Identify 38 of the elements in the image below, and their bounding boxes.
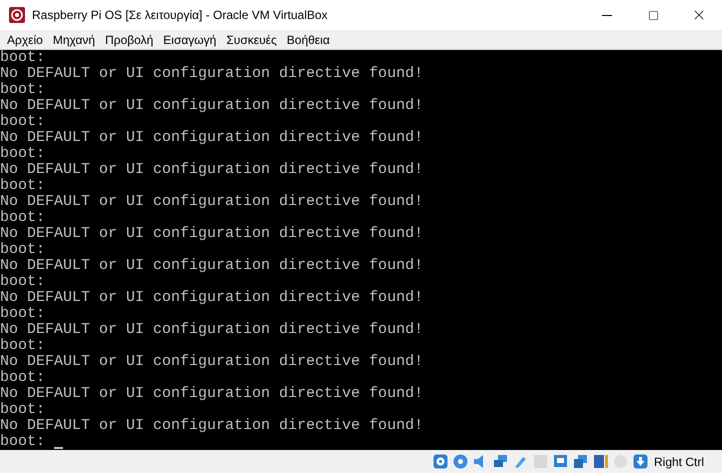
app-icon bbox=[9, 7, 25, 23]
console-line: No DEFAULT or UI configuration directive found! bbox=[0, 290, 424, 306]
menu-item[interactable]: Αρχείο bbox=[2, 30, 48, 48]
maximize-icon bbox=[648, 10, 658, 20]
console-line: boot: bbox=[0, 242, 46, 258]
console-line: boot: bbox=[0, 306, 46, 322]
menu-item[interactable]: Εισαγωγή bbox=[158, 30, 222, 48]
console-line: boot: bbox=[0, 402, 46, 418]
console-line: No DEFAULT or UI configuration directive found! bbox=[0, 418, 424, 434]
console-line: boot: bbox=[0, 210, 46, 226]
console-line: boot: bbox=[0, 370, 46, 386]
window-title: Raspberry Pi OS [Σε λειτουργία] - Oracle VM VirtualBox bbox=[32, 7, 328, 24]
console-line: No DEFAULT or UI configuration directive found! bbox=[0, 258, 424, 274]
console-line: boot: bbox=[0, 50, 46, 66]
console-line: No DEFAULT or UI configuration directive found! bbox=[0, 226, 424, 242]
console-line: No DEFAULT or UI configuration directive found! bbox=[0, 130, 424, 146]
console-line: No DEFAULT or UI configuration directive found! bbox=[0, 322, 424, 338]
console-line: boot: bbox=[0, 114, 46, 130]
console-line: No DEFAULT or UI configuration directive found! bbox=[0, 66, 424, 82]
console-line: No DEFAULT or UI configuration directive found! bbox=[0, 386, 424, 402]
console-line: boot: bbox=[0, 82, 46, 98]
console-line: boot: bbox=[0, 146, 46, 162]
menu-item[interactable]: Μηχανή bbox=[48, 30, 100, 48]
console-line: No DEFAULT or UI configuration directive found! bbox=[0, 194, 424, 210]
console-line: boot: bbox=[0, 178, 46, 194]
menu-item[interactable]: Προβολή bbox=[100, 30, 158, 48]
console-line: boot: bbox=[0, 274, 46, 290]
menu-item[interactable]: Βοήθεια bbox=[282, 30, 335, 48]
console-line: boot: bbox=[0, 434, 46, 450]
display-icon[interactable] bbox=[552, 453, 569, 470]
host-key-label: Right Ctrl bbox=[654, 454, 704, 470]
console-line: No DEFAULT or UI configuration directive found! bbox=[0, 354, 424, 370]
menu-item[interactable]: Συσκευές bbox=[221, 30, 282, 48]
console-line: No DEFAULT or UI configuration directive found! bbox=[0, 162, 424, 178]
minimize-icon bbox=[602, 14, 612, 16]
console-line: boot: bbox=[0, 338, 46, 354]
console-line: No DEFAULT or UI configuration directive found! bbox=[0, 98, 424, 114]
optical-disc-icon[interactable] bbox=[452, 453, 469, 470]
